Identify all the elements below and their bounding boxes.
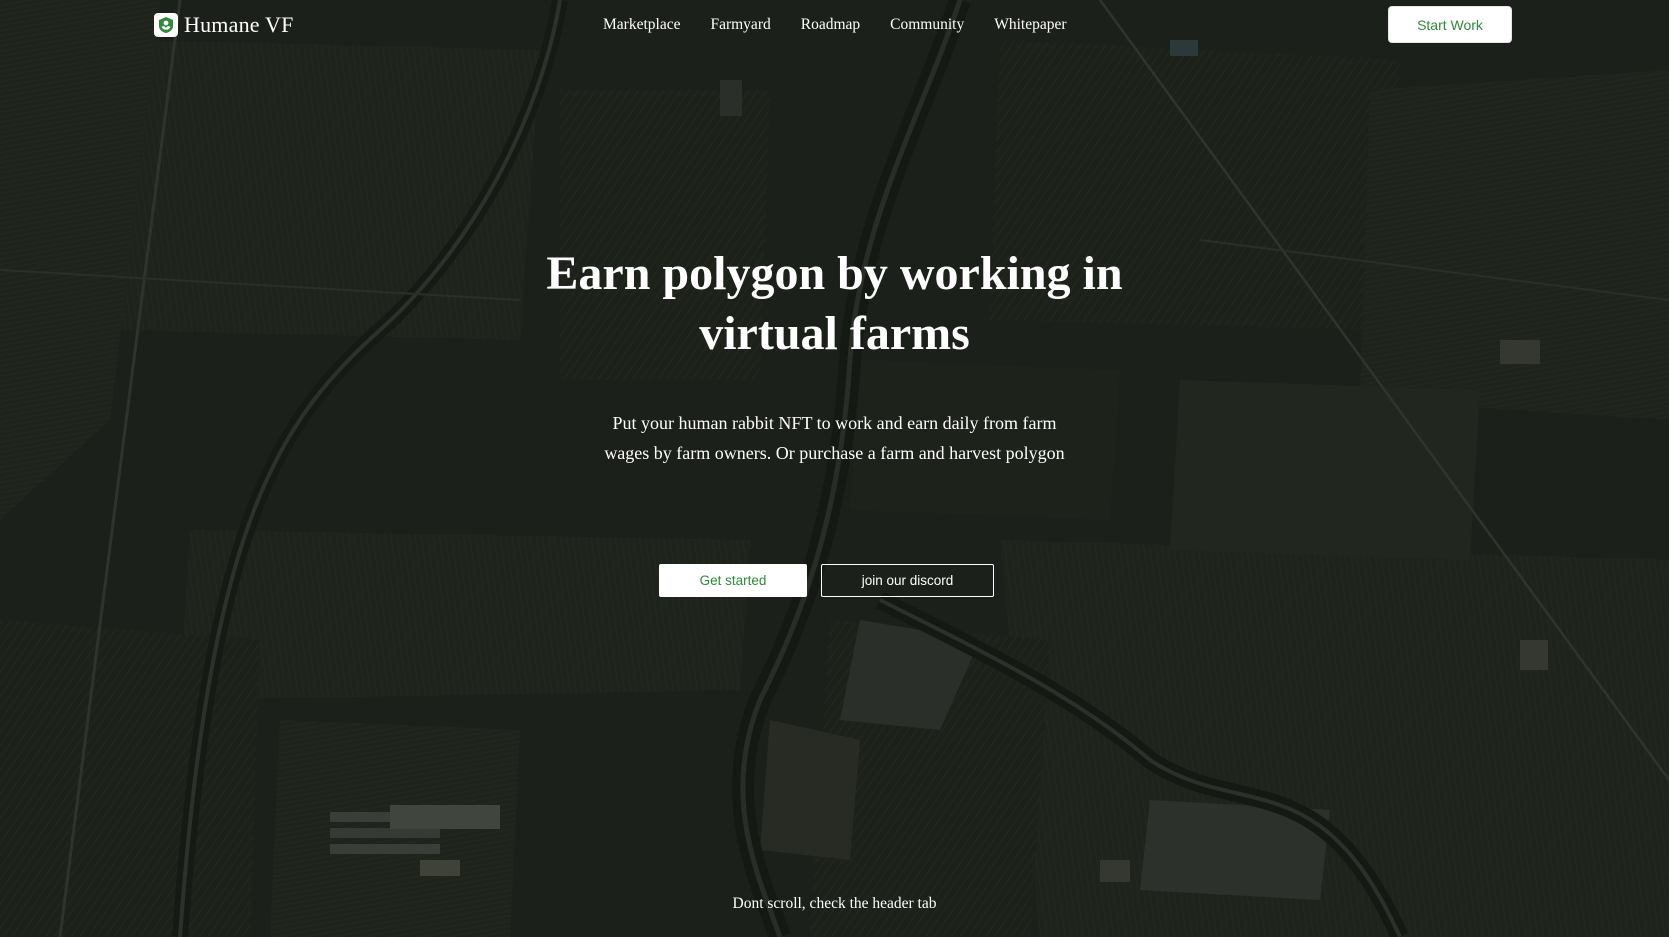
hero-subtitle: Put your human rabbit NFT to work and ea… xyxy=(604,413,1065,463)
site-header: Humane VF Marketplace Farmyard Roadmap C… xyxy=(0,0,1669,50)
main-nav: Marketplace Farmyard Roadmap Community W… xyxy=(603,16,1067,34)
nav-roadmap[interactable]: Roadmap xyxy=(801,16,860,34)
dark-overlay xyxy=(0,0,1669,937)
leaf-shield-icon xyxy=(154,13,178,37)
join-discord-button[interactable]: join our discord xyxy=(821,564,994,597)
nav-community[interactable]: Community xyxy=(890,16,964,34)
nav-marketplace[interactable]: Marketplace xyxy=(603,16,680,34)
nav-farmyard[interactable]: Farmyard xyxy=(710,16,770,34)
start-work-button[interactable]: Start Work xyxy=(1388,6,1512,43)
brand-name: Humane VF xyxy=(184,12,294,37)
brand[interactable]: Humane VF xyxy=(154,11,294,39)
nav-whitepaper[interactable]: Whitepaper xyxy=(994,16,1066,34)
hero-title: Earn polygon by working in virtual farms xyxy=(546,247,1123,360)
get-started-button[interactable]: Get started xyxy=(659,564,807,597)
hero-section: Earn polygon by working in virtual farms… xyxy=(0,244,1669,468)
hero-actions: Get started join our discord xyxy=(0,564,1669,597)
scroll-hint: Dont scroll, check the header tab xyxy=(732,895,937,912)
